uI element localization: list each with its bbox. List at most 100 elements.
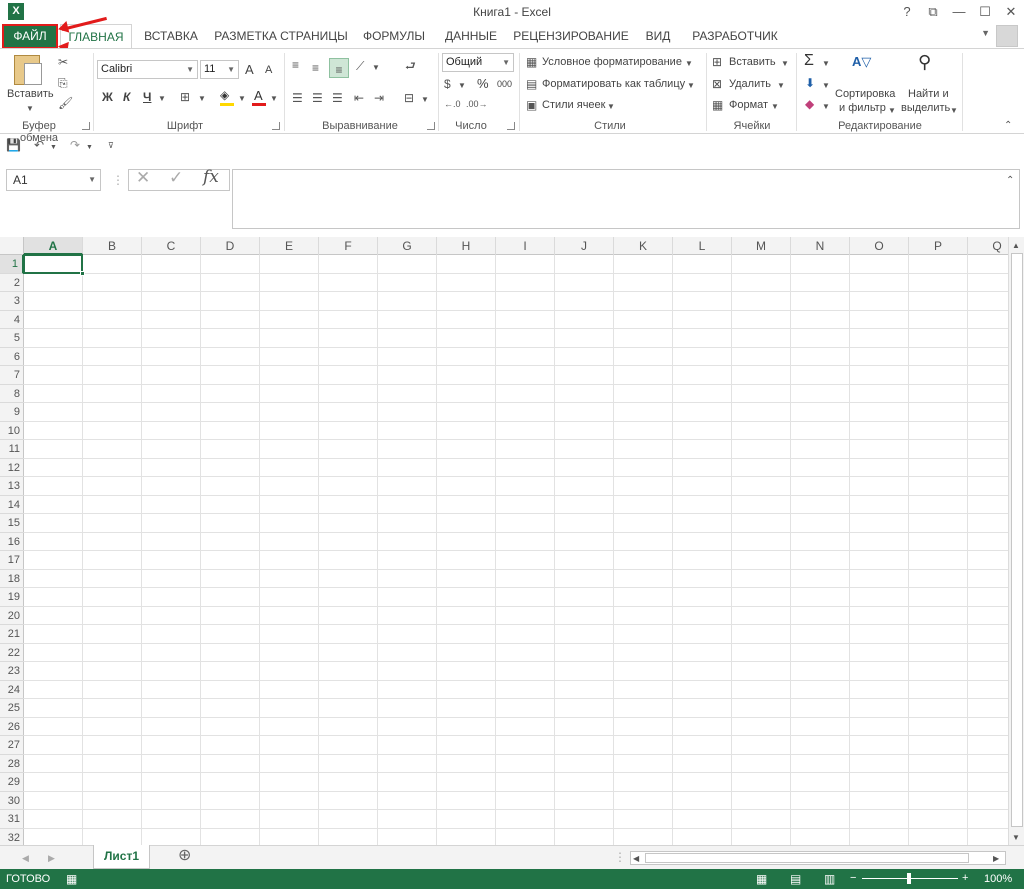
redo-icon[interactable]: ↷ bbox=[70, 138, 80, 152]
format-as-table-button[interactable]: Форматировать как таблицу bbox=[542, 78, 685, 90]
undo-dropdown-icon[interactable]: ▼ bbox=[50, 141, 57, 155]
insert-cells-dropdown-icon[interactable]: ▼ bbox=[781, 57, 789, 71]
maximize-button[interactable]: ☐ bbox=[972, 0, 998, 24]
sheet-tab-1[interactable]: Лист1 bbox=[93, 845, 150, 869]
find-select-button-line1[interactable]: Найти и bbox=[908, 88, 949, 100]
column-header[interactable]: F bbox=[319, 237, 378, 255]
account-avatar[interactable] bbox=[996, 25, 1018, 47]
find-select-dropdown-icon[interactable]: ▼ bbox=[950, 104, 958, 118]
scroll-left-icon[interactable]: ◀ bbox=[633, 852, 639, 866]
column-header[interactable]: O bbox=[850, 237, 909, 255]
increase-decimal-icon[interactable]: ←.0 bbox=[444, 97, 461, 111]
conditional-formatting-dropdown-icon[interactable]: ▼ bbox=[685, 57, 693, 71]
fill-color-icon[interactable]: ◈ bbox=[220, 88, 229, 102]
row-header[interactable]: 26 bbox=[0, 718, 24, 736]
thousands-button[interactable]: 000 bbox=[497, 79, 512, 89]
column-header[interactable]: G bbox=[378, 237, 437, 255]
page-layout-view-icon[interactable]: ▤ bbox=[790, 872, 801, 886]
help-button[interactable]: ? bbox=[894, 0, 920, 24]
copy-icon[interactable]: ⎘ bbox=[58, 76, 68, 90]
zoom-in-button[interactable]: + bbox=[962, 872, 968, 884]
normal-view-icon[interactable]: ▦ bbox=[756, 872, 767, 886]
align-middle-icon[interactable]: ≡ bbox=[312, 61, 319, 75]
column-header[interactable]: I bbox=[496, 237, 555, 255]
redo-dropdown-icon[interactable]: ▼ bbox=[86, 141, 93, 155]
tab-page-layout[interactable]: РАЗМЕТКА СТРАНИЦЫ bbox=[212, 24, 350, 49]
column-header[interactable]: M bbox=[732, 237, 791, 255]
formula-input[interactable] bbox=[232, 169, 1020, 229]
vertical-scroll-thumb[interactable] bbox=[1011, 253, 1023, 827]
format-cells-button[interactable]: Формат bbox=[729, 99, 768, 111]
row-header[interactable]: 11 bbox=[0, 440, 24, 459]
row-header[interactable]: 7 bbox=[0, 366, 24, 385]
sort-filter-icon[interactable]: A▽ bbox=[852, 55, 871, 69]
add-sheet-icon[interactable]: ⊕ bbox=[178, 848, 191, 864]
wrap-text-icon[interactable]: ⮐ bbox=[405, 59, 416, 73]
merge-dropdown-icon[interactable]: ▼ bbox=[421, 93, 429, 107]
row-header[interactable]: 24 bbox=[0, 681, 24, 699]
find-binoculars-icon[interactable]: ⚲ bbox=[918, 53, 931, 71]
format-cells-dropdown-icon[interactable]: ▼ bbox=[771, 100, 779, 114]
cancel-entry-icon[interactable]: ✕ bbox=[136, 169, 150, 186]
row-header[interactable]: 31 bbox=[0, 810, 24, 829]
close-button[interactable]: ✕ bbox=[998, 0, 1024, 24]
grow-font-button[interactable]: A bbox=[245, 62, 254, 77]
fill-down-icon[interactable]: ⬇ bbox=[805, 76, 815, 90]
tab-formulas[interactable]: ФОРМУЛЫ bbox=[357, 24, 431, 49]
font-color-dropdown-icon[interactable]: ▼ bbox=[270, 92, 278, 106]
number-launcher-icon[interactable] bbox=[507, 122, 515, 130]
cell-area[interactable] bbox=[23, 254, 1024, 845]
delete-cells-button[interactable]: Удалить bbox=[729, 78, 771, 90]
column-header[interactable]: D bbox=[201, 237, 260, 255]
italic-button[interactable]: К bbox=[123, 90, 130, 104]
row-header[interactable]: 2 bbox=[0, 274, 24, 292]
insert-cells-button[interactable]: Вставить bbox=[729, 56, 776, 68]
font-name-select[interactable]: Calibri ▼ bbox=[97, 60, 198, 79]
increase-indent-icon[interactable]: ⇥ bbox=[374, 91, 384, 105]
font-color-button[interactable]: A bbox=[254, 88, 263, 103]
fill-color-dropdown-icon[interactable]: ▼ bbox=[238, 92, 246, 106]
currency-dropdown-icon[interactable]: ▼ bbox=[458, 79, 466, 93]
collapse-ribbon-icon[interactable]: ⌃ bbox=[1004, 119, 1012, 133]
row-header[interactable]: 12 bbox=[0, 459, 24, 477]
tab-review[interactable]: РЕЦЕНЗИРОВАНИЕ bbox=[512, 24, 630, 49]
delete-cells-dropdown-icon[interactable]: ▼ bbox=[777, 79, 785, 93]
decrease-decimal-icon[interactable]: .00→ bbox=[466, 97, 488, 111]
row-header[interactable]: 3 bbox=[0, 292, 24, 311]
minimize-button[interactable]: — bbox=[946, 0, 972, 24]
insert-function-icon[interactable]: fx bbox=[203, 169, 219, 186]
ribbon-display-button[interactable]: ⧉ bbox=[920, 0, 946, 24]
active-cell[interactable] bbox=[23, 254, 83, 274]
account-caret-icon[interactable]: ▼ bbox=[981, 28, 990, 38]
align-right-icon[interactable]: ☰ bbox=[332, 91, 343, 105]
scroll-up-icon[interactable]: ▲ bbox=[1012, 239, 1020, 253]
row-header[interactable]: 15 bbox=[0, 514, 24, 533]
paste-dropdown-icon[interactable]: ▼ bbox=[26, 102, 34, 116]
column-header[interactable]: J bbox=[555, 237, 614, 255]
vertical-scrollbar[interactable]: ▲ ▼ bbox=[1008, 237, 1024, 845]
underline-dropdown-icon[interactable]: ▼ bbox=[158, 92, 166, 106]
row-header[interactable]: 23 bbox=[0, 662, 24, 681]
tab-developer[interactable]: РАЗРАБОТЧИК bbox=[686, 24, 784, 49]
tab-data[interactable]: ДАННЫЕ bbox=[437, 24, 505, 49]
bold-button[interactable]: Ж bbox=[102, 90, 113, 104]
row-header[interactable]: 30 bbox=[0, 792, 24, 810]
orientation-icon[interactable]: ⟋ bbox=[356, 59, 364, 73]
row-header[interactable]: 18 bbox=[0, 570, 24, 588]
horizontal-scrollbar[interactable]: ◀ ▶ bbox=[630, 851, 1006, 865]
cut-icon[interactable]: ✂ bbox=[58, 55, 68, 69]
row-header[interactable]: 29 bbox=[0, 773, 24, 792]
row-header[interactable]: 21 bbox=[0, 625, 24, 644]
chevron-down-icon[interactable]: ▼ bbox=[88, 170, 96, 190]
font-launcher-icon[interactable] bbox=[272, 122, 280, 130]
customize-qat-icon[interactable]: ⊽ bbox=[108, 139, 114, 153]
column-header[interactable]: K bbox=[614, 237, 673, 255]
tab-file[interactable]: ФАЙЛ bbox=[2, 24, 58, 49]
macro-record-icon[interactable]: ▦ bbox=[66, 872, 77, 886]
fill-dropdown-icon[interactable]: ▼ bbox=[822, 79, 830, 93]
autosum-button[interactable]: Σ bbox=[804, 52, 814, 70]
row-header[interactable]: 6 bbox=[0, 348, 24, 366]
row-header[interactable]: 28 bbox=[0, 755, 24, 773]
row-header[interactable]: 14 bbox=[0, 496, 24, 514]
format-painter-icon[interactable]: 🖌 bbox=[58, 96, 73, 110]
